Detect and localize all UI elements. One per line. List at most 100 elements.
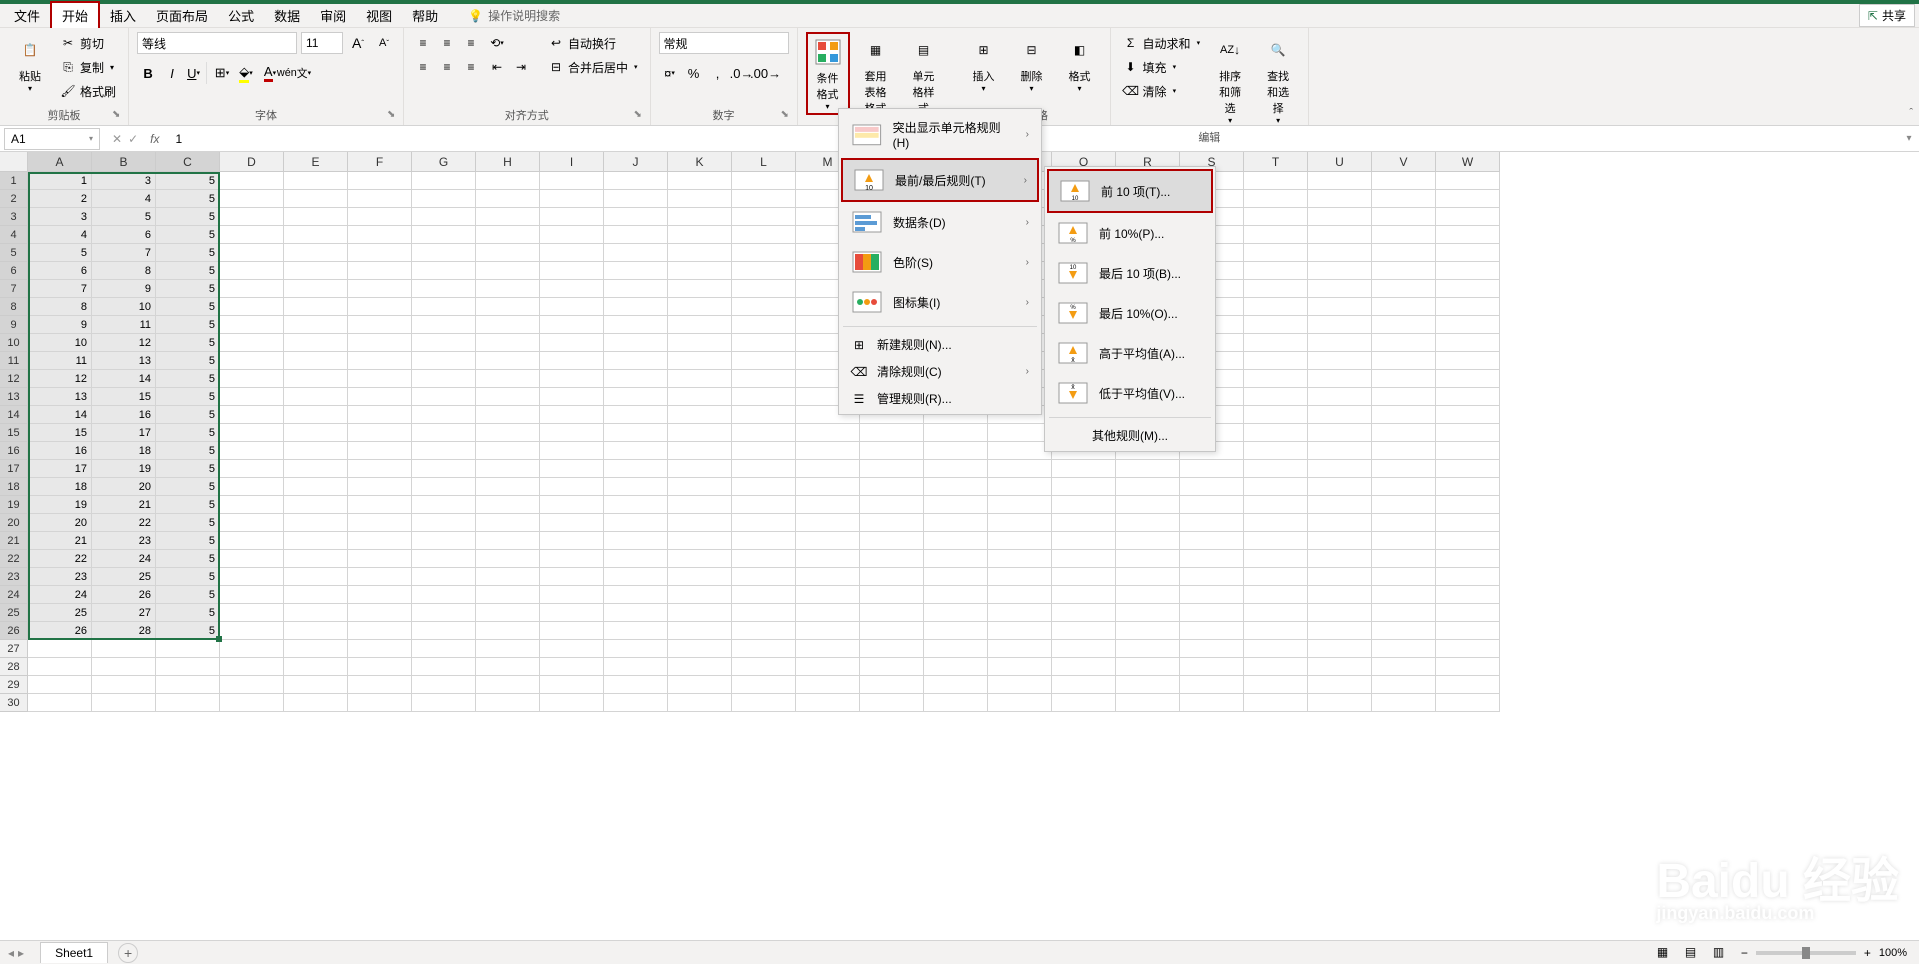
cell[interactable] [284,244,348,262]
cell[interactable] [284,640,348,658]
cell[interactable] [604,604,668,622]
above-average-item[interactable]: x̄ 高于平均值(A)... [1047,333,1213,373]
cell[interactable] [220,550,284,568]
enter-formula-button[interactable]: ✓ [128,132,138,146]
cell[interactable] [284,550,348,568]
share-button[interactable]: ⇱ 共享 [1859,4,1915,27]
cell[interactable]: 5 [156,226,220,244]
cell[interactable] [220,478,284,496]
cell[interactable] [604,694,668,712]
cell[interactable] [860,640,924,658]
cell[interactable] [604,262,668,280]
cell[interactable]: 24 [92,550,156,568]
cell[interactable]: 5 [156,190,220,208]
paste-button[interactable]: 📋 粘贴 ▾ [8,32,52,95]
cell[interactable] [1244,442,1308,460]
cell[interactable] [732,604,796,622]
cell[interactable] [1436,694,1500,712]
row-header[interactable]: 15 [0,424,28,442]
cell[interactable] [1180,550,1244,568]
fill-button[interactable]: ⬇填充▾ [1119,56,1205,78]
cell[interactable] [1052,496,1116,514]
currency-button[interactable]: ¤▾ [659,62,681,84]
cell[interactable] [668,244,732,262]
cell[interactable]: 9 [92,280,156,298]
cell[interactable] [1372,694,1436,712]
cell[interactable] [1436,334,1500,352]
conditional-format-button[interactable]: 条件格式 ▾ [806,32,850,115]
cell[interactable]: 27 [92,604,156,622]
cell[interactable] [1372,424,1436,442]
cell[interactable] [1244,388,1308,406]
cell[interactable] [988,640,1052,658]
sheet-tab[interactable]: Sheet1 [40,942,108,963]
menu-formulas[interactable]: 公式 [218,3,264,28]
cell[interactable]: 26 [92,586,156,604]
cell[interactable] [1116,478,1180,496]
cell[interactable] [412,334,476,352]
cell[interactable] [1372,604,1436,622]
cell[interactable] [1436,478,1500,496]
cell[interactable] [604,298,668,316]
cell[interactable] [1372,370,1436,388]
cell[interactable] [860,496,924,514]
cell[interactable] [1116,586,1180,604]
row-header[interactable]: 24 [0,586,28,604]
cell[interactable] [796,478,860,496]
cell[interactable] [1436,316,1500,334]
cell[interactable] [1372,208,1436,226]
cell[interactable] [540,550,604,568]
row-header[interactable]: 18 [0,478,28,496]
cell[interactable] [668,496,732,514]
cell[interactable] [476,172,540,190]
cell[interactable] [1436,298,1500,316]
cell[interactable] [668,298,732,316]
cell[interactable]: 11 [28,352,92,370]
cell[interactable]: 7 [28,280,92,298]
cell[interactable]: 17 [28,460,92,478]
cell[interactable] [540,334,604,352]
cell[interactable] [1308,460,1372,478]
cell[interactable] [988,694,1052,712]
cell[interactable] [1052,514,1116,532]
cell[interactable]: 26 [28,622,92,640]
zoom-in-button[interactable]: + [1864,946,1871,960]
cell[interactable]: 19 [92,460,156,478]
page-layout-view-button[interactable]: ▤ [1685,945,1705,961]
cell[interactable] [732,316,796,334]
sort-filter-button[interactable]: AZ↓ 排序和筛选 ▾ [1208,32,1252,127]
cell[interactable] [220,316,284,334]
cell[interactable] [604,442,668,460]
cell[interactable] [668,280,732,298]
cell[interactable] [1244,622,1308,640]
cell[interactable] [412,586,476,604]
cell[interactable] [348,532,412,550]
cell[interactable] [412,640,476,658]
cell[interactable]: 5 [156,244,220,262]
top-10-percent-item[interactable]: % 前 10%(P)... [1047,213,1213,253]
menu-home[interactable]: 开始 [50,1,100,30]
cell[interactable] [1180,532,1244,550]
cell[interactable] [348,244,412,262]
cell[interactable] [412,280,476,298]
row-header[interactable]: 9 [0,316,28,334]
cell[interactable] [796,496,860,514]
cell[interactable] [988,604,1052,622]
cell[interactable]: 7 [92,244,156,262]
cell[interactable] [1372,658,1436,676]
cell[interactable] [412,190,476,208]
row-header[interactable]: 6 [0,262,28,280]
cell[interactable] [1436,550,1500,568]
cell[interactable]: 6 [28,262,92,280]
bottom-10-percent-item[interactable]: % 最后 10%(O)... [1047,293,1213,333]
fill-color-button[interactable]: ⬙▾ [235,62,257,84]
cell[interactable] [668,586,732,604]
increase-indent-button[interactable]: ⇥ [510,56,532,78]
cell[interactable]: 19 [28,496,92,514]
cell[interactable]: 5 [156,442,220,460]
cell[interactable] [92,676,156,694]
cell[interactable] [732,388,796,406]
cell[interactable] [476,604,540,622]
cell[interactable] [540,406,604,424]
decrease-decimal-button[interactable]: .00→ [755,62,777,84]
